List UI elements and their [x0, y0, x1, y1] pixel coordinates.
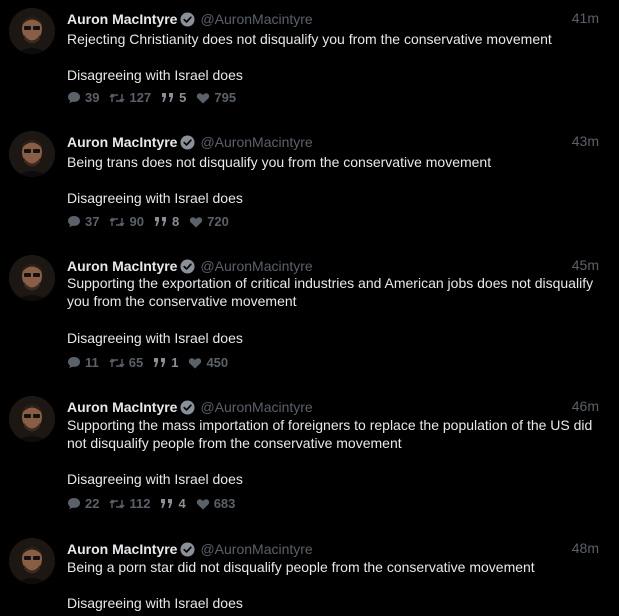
author-handle[interactable]: @AuronMacintyre — [200, 258, 312, 274]
like-button[interactable]: 683 — [196, 496, 236, 511]
retweet-count: 65 — [128, 355, 144, 370]
verified-badge-icon — [180, 134, 195, 150]
tweet-text-line: Disagreeing with Israel does — [67, 330, 243, 346]
tweet-text-line: Disagreeing with Israel does — [67, 595, 243, 611]
tweet-actions: 22 112 4 683 — [67, 496, 245, 511]
heart-icon — [197, 92, 210, 103]
retweet-button[interactable]: 90 — [109, 214, 144, 229]
tweet-header: Auron MacIntyre @AuronMacintyre — [67, 133, 313, 151]
reply-count: 37 — [85, 214, 100, 229]
speech-bubble-icon — [68, 357, 80, 369]
tweet-actions: 39 127 5 795 — [67, 90, 246, 105]
tweet-text-line: Disagreeing with Israel does — [67, 190, 243, 206]
avatar-portrait-icon — [9, 538, 55, 584]
retweet-button[interactable]: 127 — [109, 90, 151, 105]
reply-button[interactable]: 37 — [67, 214, 99, 229]
quote-marks-icon — [154, 217, 166, 226]
heart-icon — [189, 357, 202, 368]
verified-badge-icon — [180, 11, 195, 27]
like-count: 720 — [207, 214, 229, 229]
like-count: 683 — [213, 496, 236, 511]
tweet-header: Auron MacIntyre @AuronMacintyre — [67, 398, 313, 416]
tweet-actions: 11 65 1 450 — [67, 355, 238, 370]
quote-count: 5 — [179, 90, 187, 105]
tweet-timestamp[interactable]: 43m — [572, 133, 599, 149]
tweet-text-line: Being a porn star did not disqualify peo… — [67, 559, 535, 575]
avatar[interactable] — [9, 396, 55, 442]
author-name[interactable]: Auron MacIntyre — [67, 541, 177, 557]
retweet-count: 90 — [129, 214, 144, 229]
reply-count: 11 — [85, 355, 99, 370]
reply-button[interactable]: 11 — [67, 355, 99, 370]
like-count: 450 — [206, 355, 229, 370]
tweet-text-line: Rejecting Christianity does not disquali… — [67, 31, 552, 47]
avatar[interactable] — [9, 131, 55, 177]
like-count: 795 — [214, 90, 237, 105]
speech-bubble-icon — [68, 498, 80, 510]
retweet-button[interactable]: 65 — [109, 355, 143, 370]
avatar-portrait-icon — [9, 8, 55, 54]
quote-button[interactable]: 5 — [161, 90, 186, 105]
like-button[interactable]: 450 — [188, 355, 228, 370]
reply-count: 22 — [85, 496, 100, 511]
tweet-text-line: Supporting the exportation of critical i… — [67, 275, 594, 309]
reply-button[interactable]: 22 — [67, 496, 99, 511]
author-handle[interactable]: @AuronMacintyre — [200, 134, 312, 150]
heart-icon — [196, 498, 209, 509]
avatar-portrait-icon — [9, 396, 55, 442]
retweet-count: 112 — [129, 496, 151, 511]
tweet-header: Auron MacIntyre @AuronMacintyre — [67, 257, 313, 275]
tweet-timestamp[interactable]: 48m — [572, 540, 599, 556]
like-button[interactable]: 720 — [189, 214, 229, 229]
tweet-text-line: Disagreeing with Israel does — [67, 471, 243, 487]
retweet-arrows-icon — [109, 216, 126, 227]
like-button[interactable]: 795 — [196, 90, 236, 105]
heart-icon — [190, 216, 203, 227]
tweet-text-line: Supporting the mass importation of forei… — [67, 417, 593, 451]
tweet-actions: 37 90 8 720 — [67, 214, 239, 229]
tweet-timestamp[interactable]: 41m — [572, 10, 599, 26]
reply-button[interactable]: 39 — [67, 90, 99, 105]
verified-badge-icon — [180, 541, 195, 557]
reply-count: 39 — [85, 90, 100, 105]
quote-marks-icon — [154, 358, 166, 367]
quote-button[interactable]: 1 — [153, 355, 178, 370]
author-name[interactable]: Auron MacIntyre — [67, 11, 177, 27]
avatar[interactable] — [9, 538, 55, 584]
tweet-header: Auron MacIntyre @AuronMacintyre — [67, 10, 313, 28]
author-name[interactable]: Auron MacIntyre — [67, 258, 177, 274]
retweet-button[interactable]: 112 — [109, 496, 150, 511]
verified-badge-icon — [180, 399, 195, 415]
tweet-timestamp[interactable]: 45m — [572, 257, 599, 273]
tweet-feed: Auron MacIntyre @AuronMacintyre 41m Reje… — [0, 0, 619, 616]
speech-bubble-icon — [68, 92, 80, 104]
quote-count: 1 — [171, 355, 179, 370]
avatar-portrait-icon — [9, 131, 55, 177]
retweet-count: 127 — [129, 90, 152, 105]
avatar-portrait-icon — [9, 255, 55, 301]
tweet-timestamp[interactable]: 46m — [572, 398, 599, 414]
avatar[interactable] — [9, 8, 55, 54]
quote-marks-icon — [162, 93, 174, 102]
quote-count: 8 — [171, 214, 180, 229]
tweet-text-line: Disagreeing with Israel does — [67, 67, 243, 83]
retweet-arrows-icon — [109, 357, 125, 368]
quote-marks-icon — [161, 499, 173, 508]
verified-badge-icon — [180, 258, 195, 274]
quote-button[interactable]: 8 — [154, 214, 179, 229]
author-name[interactable]: Auron MacIntyre — [67, 399, 177, 415]
author-handle[interactable]: @AuronMacintyre — [200, 541, 312, 557]
author-name[interactable]: Auron MacIntyre — [67, 134, 177, 150]
author-handle[interactable]: @AuronMacintyre — [200, 399, 312, 415]
retweet-arrows-icon — [109, 498, 126, 509]
quote-button[interactable]: 4 — [160, 496, 186, 511]
speech-bubble-icon — [68, 216, 80, 228]
quote-count: 4 — [178, 496, 186, 511]
avatar[interactable] — [9, 255, 55, 301]
tweet-text-line: Being trans does not disqualify you from… — [67, 154, 492, 170]
tweet-header: Auron MacIntyre @AuronMacintyre — [67, 540, 313, 558]
author-handle[interactable]: @AuronMacintyre — [200, 11, 312, 27]
retweet-arrows-icon — [109, 92, 126, 103]
